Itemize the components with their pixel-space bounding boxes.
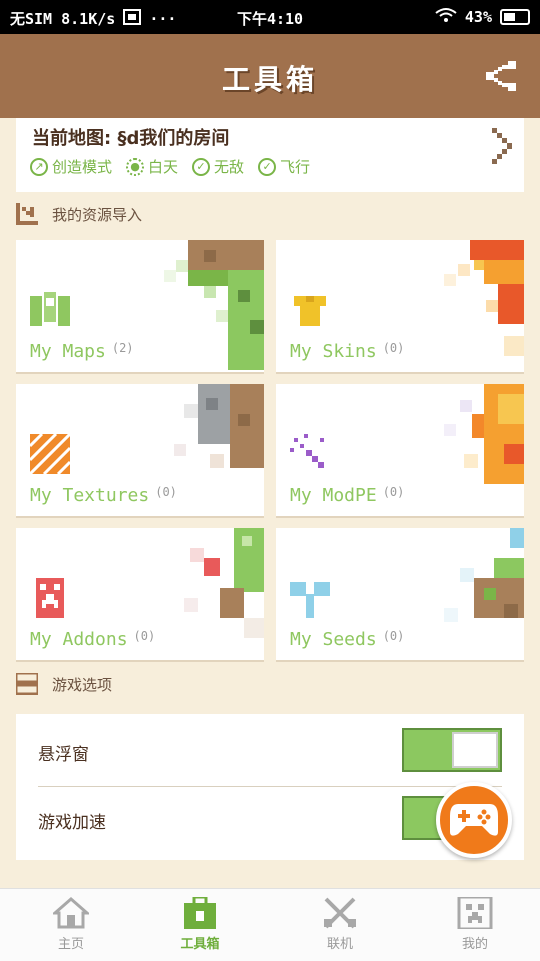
tag-flying: ✓ 飞行 — [258, 156, 310, 177]
tag-creative: ↗ 创造模式 — [30, 156, 112, 177]
sun-icon: ● — [126, 157, 145, 176]
arrow-circle-icon: ↗ — [30, 157, 48, 176]
tile-label: My Maps (2) — [30, 341, 134, 362]
creeper-icon — [36, 578, 64, 618]
tab-toolbox[interactable]: 工具箱 — [165, 897, 235, 952]
tile-my-addons[interactable]: My Addons (0) — [16, 528, 264, 660]
status-bar: 无SIM 8.1K/s ··· 下午4:10 43% — [0, 0, 540, 34]
current-map-title: 当前地图: §d我们的房间 — [32, 128, 230, 149]
sprout-icon — [290, 582, 330, 618]
app-header: 工具箱 — [0, 34, 540, 118]
option-game-accelerate-label: 游戏加速 — [38, 813, 106, 833]
tag-invincible: ✓ 无敌 — [192, 156, 244, 177]
crossed-swords-icon — [324, 897, 356, 929]
tab-home[interactable]: 主页 — [36, 897, 106, 952]
battery-percent: 43% — [464, 8, 492, 26]
check-circle-icon: ✓ — [192, 157, 211, 176]
tile-my-textures[interactable]: My Textures (0) — [16, 384, 264, 516]
current-map-card[interactable]: 当前地图: §d我们的房间 ↗ 创造模式 ● 白天 ✓ 无敌 ✓ 飞行 — [16, 118, 524, 192]
tile-label: My ModPE (0) — [290, 485, 405, 506]
tile-my-seeds[interactable]: My Seeds (0) — [276, 528, 524, 660]
shirt-icon — [294, 296, 326, 326]
gamepad-icon — [450, 804, 498, 836]
map-mode-tags: ↗ 创造模式 ● 白天 ✓ 无敌 ✓ 飞行 — [30, 156, 310, 177]
check-circle-icon: ✓ — [258, 157, 277, 176]
fire-block-art — [444, 384, 524, 484]
resources-section-header: 我的资源导入 — [16, 203, 142, 225]
magic-wand-icon — [290, 434, 324, 468]
tile-label: My Textures (0) — [30, 485, 177, 506]
resources-section-title: 我的资源导入 — [52, 205, 143, 224]
map-icon — [30, 292, 70, 326]
seed-block-art — [444, 528, 524, 622]
options-section-title: 游戏选项 — [52, 675, 113, 694]
option-floating-window-label: 悬浮窗 — [38, 745, 89, 765]
tile-label: My Skins (0) — [290, 341, 405, 362]
import-icon — [16, 203, 38, 225]
home-icon — [53, 897, 89, 929]
floating-game-button[interactable] — [436, 782, 512, 858]
options-icon — [16, 673, 38, 695]
options-section-header: 游戏选项 — [16, 673, 112, 695]
wifi-icon — [435, 7, 457, 27]
tab-profile[interactable]: 我的 — [440, 897, 510, 952]
toggle-knob — [452, 732, 498, 768]
floating-window-toggle[interactable] — [402, 728, 502, 772]
divider — [38, 786, 502, 787]
tab-multiplayer[interactable]: 联机 — [305, 897, 375, 952]
tag-daytime: ● 白天 — [126, 156, 178, 177]
tile-label: My Seeds (0) — [290, 629, 405, 650]
addon-block-art — [184, 528, 264, 638]
tile-my-modpe[interactable]: My ModPE (0) — [276, 384, 524, 516]
share-icon[interactable] — [484, 59, 518, 93]
tile-label: My Addons (0) — [30, 629, 156, 650]
grass-block-art — [164, 240, 264, 370]
tile-my-skins[interactable]: My Skins (0) — [276, 240, 524, 372]
texture-icon — [30, 434, 70, 474]
bottom-tab-bar: 主页 工具箱 联机 我的 — [0, 888, 540, 961]
lava-block-art — [444, 240, 524, 356]
toolbox-icon — [184, 897, 216, 929]
page-title: 工具箱 — [221, 63, 318, 96]
creeper-face-icon — [457, 897, 493, 929]
tile-my-maps[interactable]: My Maps (2) — [16, 240, 264, 372]
chevron-right-icon[interactable] — [492, 128, 512, 164]
battery-icon — [500, 9, 530, 25]
